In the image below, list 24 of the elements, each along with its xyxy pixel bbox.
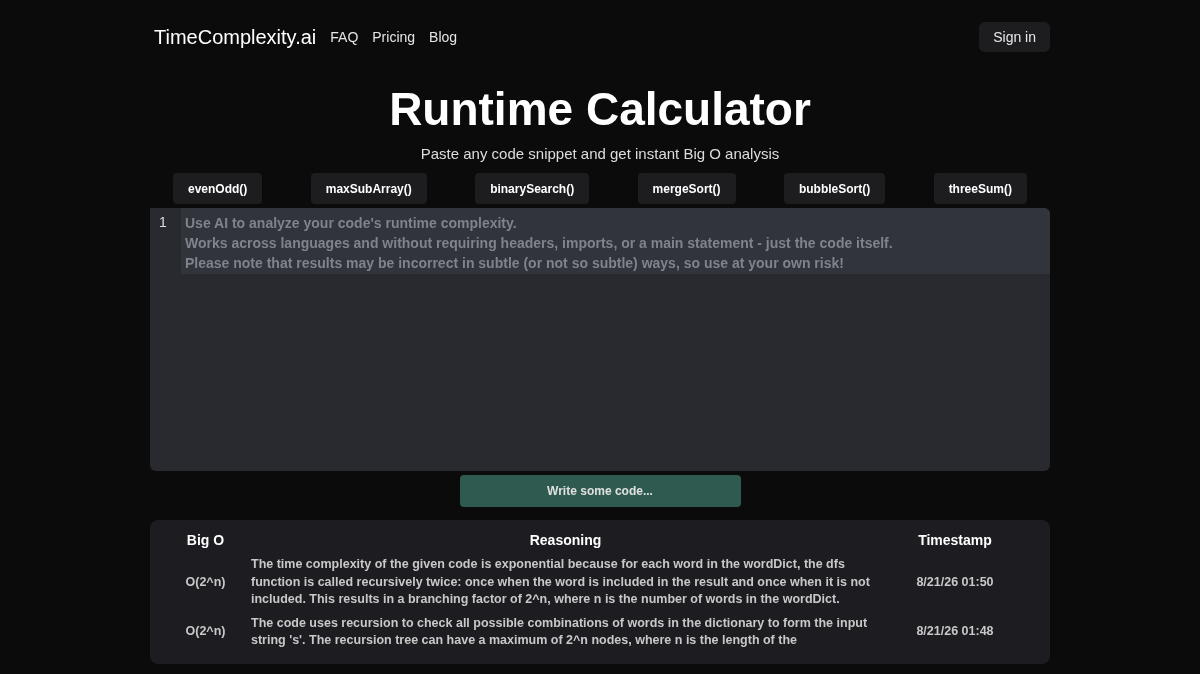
- code-input[interactable]: 1 Use AI to analyze your code's runtime complexity. Works across languages and without requiring headers, imports, or a main statement - just the code itself. Please note that results may be incorrect in subtle (or not so subtle) ways, so use at your own risk!: [150, 208, 1050, 274]
- page-title: Runtime Calculator: [388, 82, 812, 137]
- example-button[interactable]: maxSubArray(): [310, 173, 427, 204]
- nav-link[interactable]: Blog: [429, 29, 458, 45]
- column-header: Timestamp: [917, 531, 993, 550]
- example-button[interactable]: threeSum(): [933, 173, 1027, 204]
- example-button[interactable]: mergeSort(): [637, 173, 736, 204]
- column-header: Reasoning: [528, 531, 603, 550]
- table-cell-text: 8/21/26 01:50: [915, 573, 995, 591]
- line-number: 1: [150, 208, 181, 274]
- table-cell: O(2^n): [160, 554, 251, 613]
- example-button[interactable]: binarySearch(): [475, 173, 590, 204]
- table-cell-text: The time complexity of the given code is exponential because for each word in the wordDict, the dfs function is called recursively twice: once when the word is included in the result and once when it is not included. This results in a branching factor of 2^n, where n is the number of words in the wordDict.: [251, 556, 871, 608]
- example-button[interactable]: evenOdd(): [173, 173, 263, 204]
- table-cell-text: The code uses recursion to check all possible combinations of words in the dictionary to form the input string 's'. The recursion tree can have a maximum of 2^n nodes, where n is the length of the: [251, 614, 869, 649]
- nav-link[interactable]: Pricing: [372, 29, 416, 45]
- column-header: Big O: [185, 531, 226, 550]
- page-subtitle: Paste any code snippet and get instant Big O analysis: [419, 145, 781, 162]
- table-cell: O(2^n): [160, 612, 251, 654]
- table-cell-text: 8/21/26 01:48: [915, 623, 995, 641]
- sign-in-button[interactable]: Sign in: [979, 22, 1050, 52]
- example-button[interactable]: bubbleSort(): [783, 173, 886, 204]
- nav-link[interactable]: FAQ: [330, 29, 359, 45]
- brand-link[interactable]: TimeComplexity.ai: [154, 25, 317, 49]
